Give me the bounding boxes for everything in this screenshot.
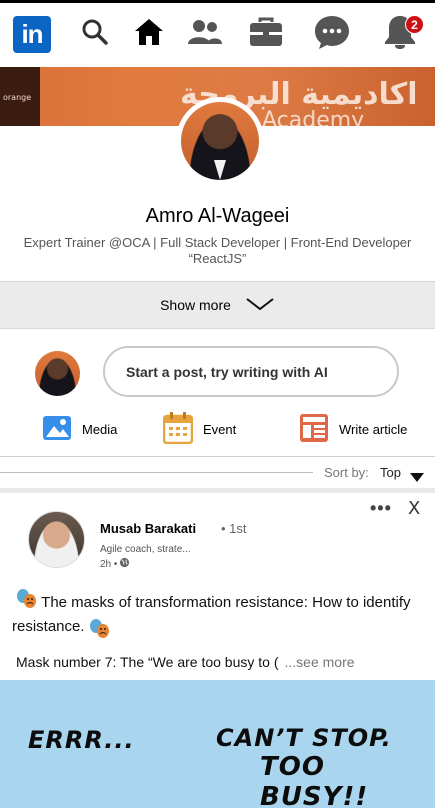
my-network-icon[interactable] — [186, 15, 224, 49]
post-author-avatar[interactable] — [28, 511, 85, 568]
top-navigation: in 2 — [0, 0, 435, 58]
profile-name[interactable]: Amro Al-Wageei — [0, 205, 435, 228]
messaging-icon[interactable] — [313, 15, 351, 49]
divider — [0, 472, 313, 473]
post-text-line2: Mask number 7: The “We are too busy to (… — [16, 654, 426, 670]
post-body: The masks of transformation resistance: … — [12, 588, 422, 639]
write-article-label: Write article — [339, 421, 408, 437]
banner-english-text: Academy — [262, 108, 365, 126]
media-label: Media — [82, 421, 118, 437]
event-icon — [162, 411, 203, 447]
avatar — [181, 102, 259, 180]
banner-small-text: orange — [3, 93, 32, 102]
comic-text-left: ERRR... — [28, 726, 135, 754]
feed-separator — [0, 488, 435, 493]
media-icon — [42, 415, 82, 444]
sort-dropdown[interactable]: Top — [380, 465, 401, 480]
globe-icon — [119, 557, 130, 571]
see-more-link[interactable]: ...see more — [285, 654, 355, 670]
theater-masks-icon — [89, 618, 109, 638]
caret-down-icon[interactable] — [410, 469, 424, 487]
post-time-text: 2h • — [100, 558, 118, 570]
search-icon[interactable] — [80, 15, 110, 49]
comic-text-right-1: CAN’T STOP. — [216, 724, 392, 752]
notification-badge: 2 — [405, 15, 424, 34]
sort-label: Sort by: — [324, 465, 369, 480]
more-options-icon[interactable]: ••• — [370, 498, 392, 519]
event-label: Event — [203, 421, 237, 437]
sort-bar: Sort by: Top — [0, 456, 435, 488]
comic-text-right-2: TOO BUSY!! — [260, 752, 369, 808]
linkedin-logo[interactable]: in — [13, 16, 51, 53]
home-icon[interactable] — [132, 15, 166, 49]
post-timestamp: 2h • — [100, 557, 130, 571]
write-article-button[interactable]: Write article — [299, 412, 407, 446]
my-avatar[interactable] — [35, 351, 80, 396]
show-more-button[interactable]: Show more — [0, 281, 435, 329]
profile-photo[interactable] — [176, 97, 264, 185]
post-author-name[interactable]: Musab Barakati — [100, 521, 196, 536]
media-button[interactable]: Media — [42, 412, 117, 446]
profile-headline: Expert Trainer @OCA | Full Stack Develop… — [23, 235, 412, 266]
article-icon — [299, 413, 339, 446]
start-post-input[interactable]: Start a post, try writing with AI — [103, 346, 399, 397]
post-text-line2-content: Mask number 7: The “We are too busy to ( — [16, 654, 279, 670]
post-image[interactable]: ERRR... CAN’T STOP. TOO BUSY!! — [0, 680, 435, 808]
show-more-label: Show more — [160, 297, 231, 313]
event-button[interactable]: Event — [162, 411, 237, 447]
jobs-icon[interactable] — [247, 15, 285, 49]
connection-degree: • 1st — [221, 521, 247, 536]
post-author-subtitle: Agile coach, strate... — [100, 544, 191, 555]
close-icon[interactable]: X — [408, 498, 420, 519]
post-text-line1: The masks of transformation resistance: … — [12, 594, 411, 635]
theater-masks-icon — [12, 588, 36, 613]
chevron-down-icon — [245, 296, 275, 315]
